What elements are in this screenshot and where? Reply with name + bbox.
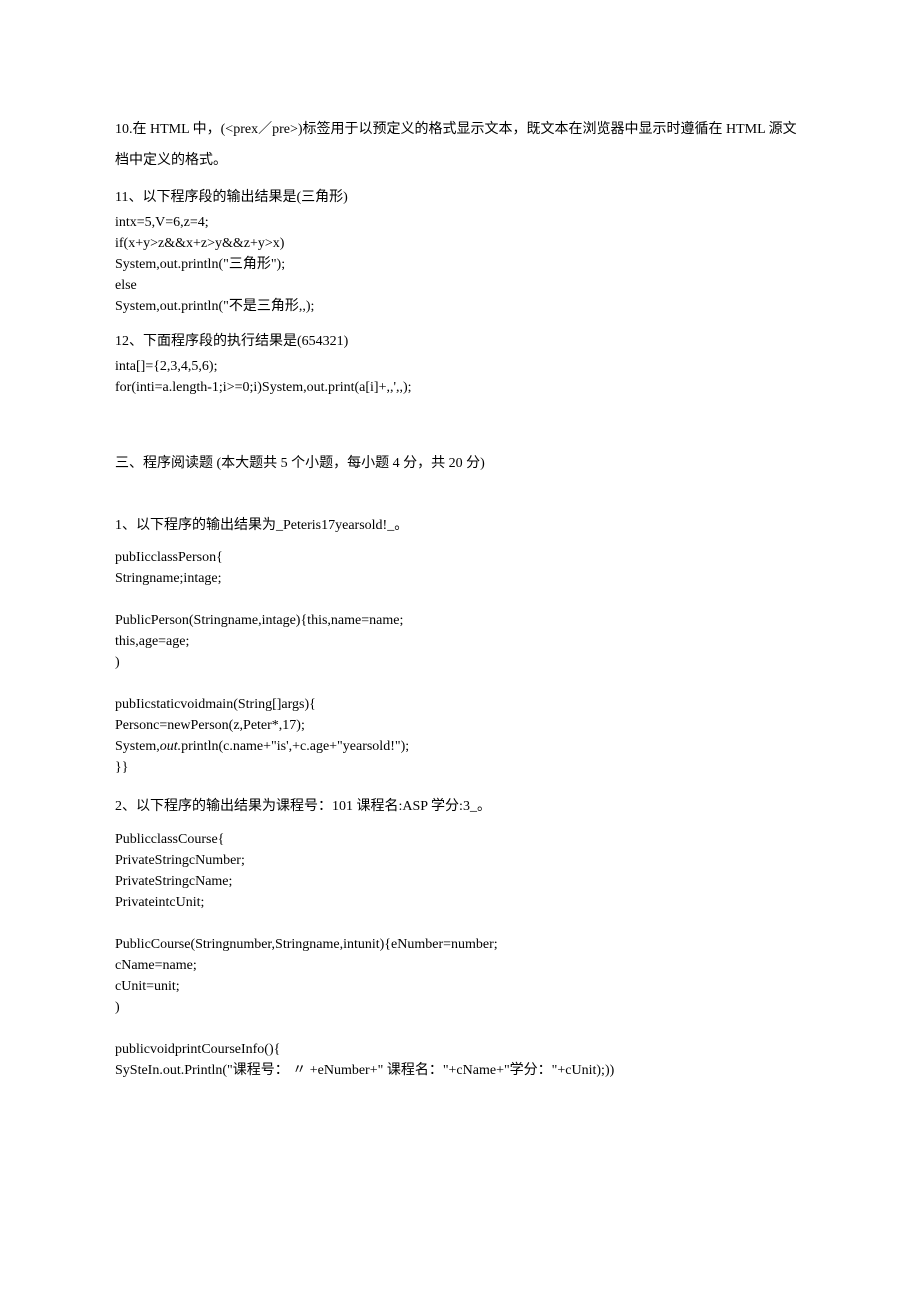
code-line: }} [115, 757, 805, 778]
question-10: 10.在 HTML 中，(<prex／pre>)标签用于以预定义的格式显示文本，… [115, 115, 805, 177]
code-line: Stringname;intage; [115, 568, 805, 589]
code-line: ) [115, 652, 805, 673]
code-line: System,out.println("不是三角形,,); [115, 296, 805, 317]
code-line: Personc=newPerson(z,Peter*,17); [115, 715, 805, 736]
program-2-code: PublicclassCourse{PrivateStringcNumber;P… [115, 829, 805, 1081]
code-line: PublicCourse(Stringnumber,Stringname,int… [115, 934, 805, 955]
code-line: cUnit=unit; [115, 976, 805, 997]
question-11-code: intx=5,V=6,z=4;if(x+y>z&&x+z>y&&z+y>x)Sy… [115, 212, 805, 317]
code-line: PrivateStringcNumber; [115, 850, 805, 871]
program-1-head: 1、以下程序的输出结果为_Peteris17yearsold!_。 [115, 515, 805, 537]
code-line: for(inti=a.length-1;i>=0;i)System,out.pr… [115, 377, 805, 398]
code-line: ) [115, 997, 805, 1018]
code-line: pubIicstaticvoidmain(String[]args){ [115, 694, 805, 715]
question-12-code: inta[]={2,3,4,5,6);for(inti=a.length-1;i… [115, 356, 805, 398]
code-line [115, 913, 805, 934]
code-line: cName=name; [115, 955, 805, 976]
code-line: SySteIn.out.Println("课程号： 〃 +eNumber+" 课… [115, 1060, 805, 1081]
code-line: this,age=age; [115, 631, 805, 652]
code-line [115, 673, 805, 694]
code-line: System,out.println("三角形"); [115, 254, 805, 275]
question-12-head: 12、下面程序段的执行结果是(654321) [115, 331, 805, 352]
section-3-heading: 三、程序阅读题 (本大题共 5 个小题，每小题 4 分，共 20 分) [115, 453, 805, 475]
code-line: System,out.println(c.name+"is',+c.age+"y… [115, 736, 805, 757]
program-1-code: pubIicclassPerson{Stringname;intage; Pub… [115, 547, 805, 778]
code-line: publicvoidprintCourseInfo(){ [115, 1039, 805, 1060]
code-line: else [115, 275, 805, 296]
code-line [115, 1018, 805, 1039]
code-line: pubIicclassPerson{ [115, 547, 805, 568]
program-2-head: 2、以下程序的输出结果为课程号：101 课程名:ASP 学分:3_。 [115, 796, 805, 818]
code-line: intx=5,V=6,z=4; [115, 212, 805, 233]
code-line: PrivateintcUnit; [115, 892, 805, 913]
code-line: inta[]={2,3,4,5,6); [115, 356, 805, 377]
question-11-head: 11、以下程序段的输出结果是(三角形) [115, 187, 805, 208]
code-line [115, 589, 805, 610]
code-line: if(x+y>z&&x+z>y&&z+y>x) [115, 233, 805, 254]
code-line: PublicPerson(Stringname,intage){this,nam… [115, 610, 805, 631]
document-page: 10.在 HTML 中，(<prex／pre>)标签用于以预定义的格式显示文本，… [0, 0, 920, 1301]
code-line: PrivateStringcName; [115, 871, 805, 892]
code-line: PublicclassCourse{ [115, 829, 805, 850]
